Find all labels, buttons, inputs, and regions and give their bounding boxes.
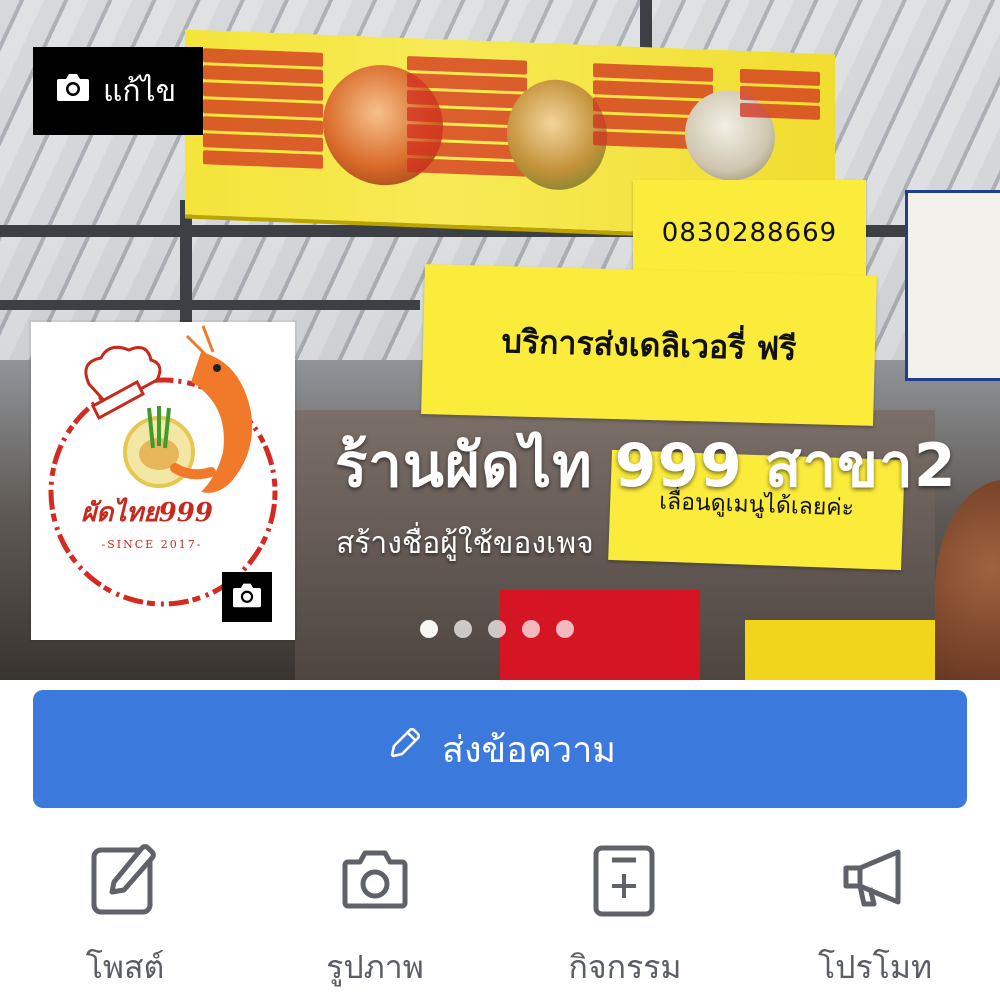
send-message-label: ส่งข้อความ — [441, 729, 617, 771]
side-sign — [905, 190, 1000, 381]
page-actions-bar: โพสต์ รูปภาพ กิจกรรม โปรโมท — [0, 840, 1000, 1000]
logo-since-text: -SINCE 2017- — [101, 538, 203, 551]
event-action-button[interactable]: กิจกรรม — [525, 840, 725, 993]
create-username-link[interactable]: สร้างชื่อผู้ใช้ของเพจ — [336, 520, 594, 567]
megaphone-icon — [840, 840, 910, 922]
pencil-square-icon — [90, 840, 160, 922]
photo-action-button[interactable]: รูปภาพ — [275, 840, 475, 993]
carousel-dot[interactable] — [556, 620, 574, 638]
delivery-note: บริการส่งเดลิเวอรี่ ฟรี — [421, 264, 877, 426]
carousel-dot[interactable] — [454, 620, 472, 638]
promote-action-label: โปรโมท — [817, 948, 933, 986]
camera-icon — [340, 840, 410, 922]
post-action-button[interactable]: โพสต์ — [25, 840, 225, 993]
event-action-label: กิจกรรม — [568, 948, 682, 986]
carousel-dot[interactable] — [420, 620, 438, 638]
photo-action-label: รูปภาพ — [326, 948, 424, 986]
post-action-label: โพสต์ — [85, 948, 165, 986]
logo-text: ผัดไทย999 — [81, 498, 213, 528]
send-message-button[interactable]: ส่งข้อความ — [33, 690, 967, 808]
carousel-dot[interactable] — [488, 620, 506, 638]
yellow-counter — [745, 620, 945, 680]
pencil-icon — [384, 725, 424, 774]
cover-carousel-dots — [420, 620, 574, 638]
camera-icon — [231, 581, 263, 613]
edit-cover-button[interactable]: แก้ไข — [33, 47, 203, 135]
carousel-dot[interactable] — [522, 620, 540, 638]
edit-cover-label: แก้ไข — [103, 73, 177, 109]
promote-action-button[interactable]: โปรโมท — [775, 840, 975, 993]
page-title: ร้านผัดไท 999 สาขา2 — [335, 431, 957, 501]
camera-icon — [55, 71, 91, 111]
edit-profile-picture-button[interactable] — [222, 572, 272, 622]
cover-beam — [0, 300, 420, 310]
calendar-plus-icon — [590, 840, 660, 922]
